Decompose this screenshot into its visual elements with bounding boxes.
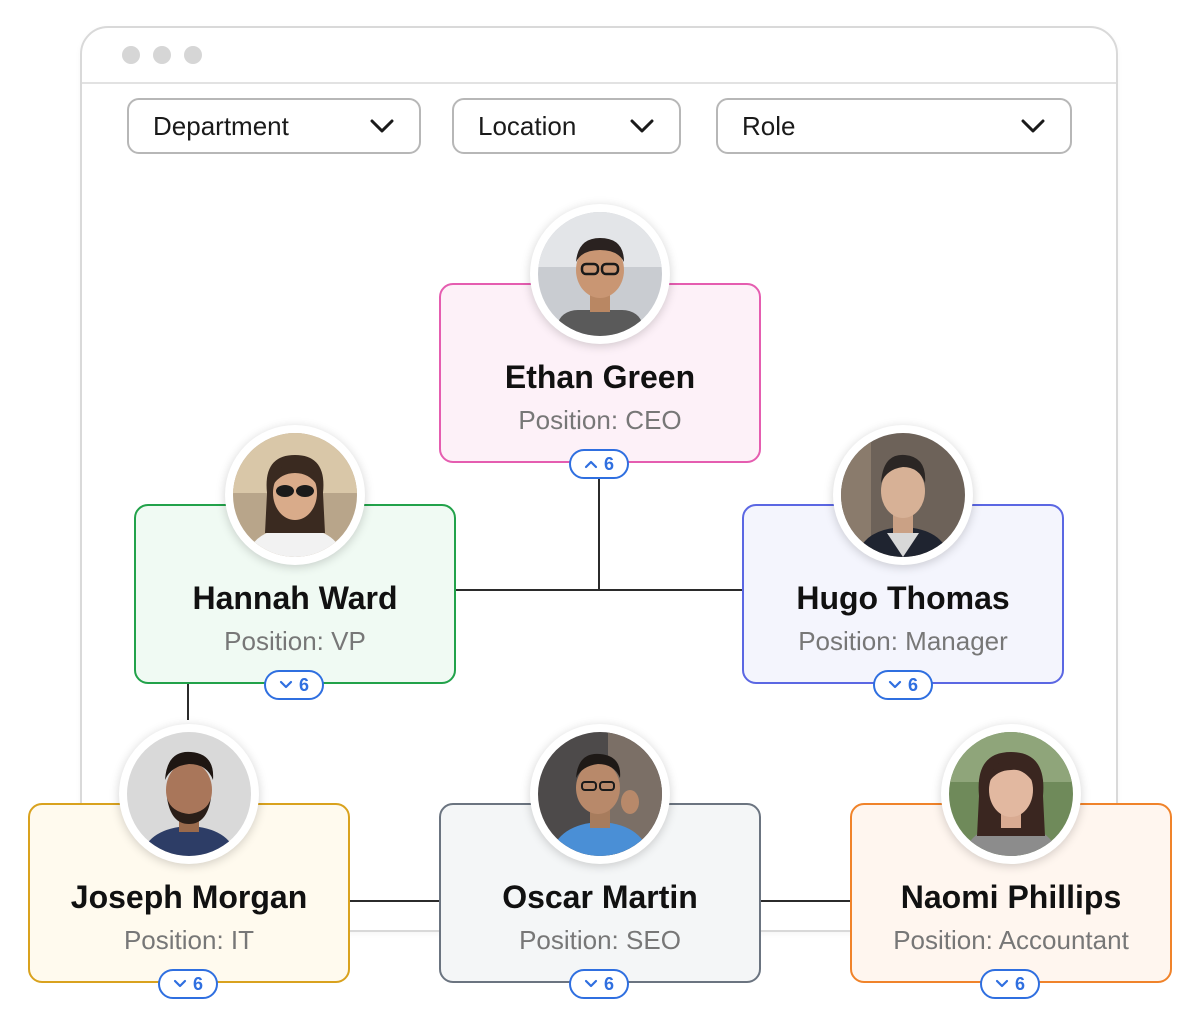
window-control-dot[interactable] xyxy=(122,46,140,64)
connector-line xyxy=(350,900,440,902)
child-count: 6 xyxy=(603,973,614,994)
location-dropdown-label: Location xyxy=(478,110,577,141)
person-name: Oscar Martin xyxy=(502,879,698,915)
expand-children-badge[interactable]: 6 xyxy=(158,969,218,999)
expand-children-badge[interactable]: 6 xyxy=(569,969,629,999)
avatar xyxy=(833,425,973,565)
connector-line xyxy=(187,684,189,720)
role-dropdown[interactable]: Role xyxy=(716,98,1072,154)
role-dropdown-label: Role xyxy=(742,110,796,141)
chevron-down-icon xyxy=(584,979,598,988)
department-dropdown-label: Department xyxy=(153,110,289,141)
expand-children-badge[interactable]: 6 xyxy=(980,969,1040,999)
connector-line xyxy=(760,900,850,902)
child-count: 6 xyxy=(1014,973,1025,994)
window-titlebar xyxy=(82,28,1116,84)
person-name: Joseph Morgan xyxy=(70,879,308,915)
connector-line xyxy=(598,478,600,590)
avatar xyxy=(225,425,365,565)
person-position: Position: CEO xyxy=(518,405,682,435)
person-position: Position: Accountant xyxy=(893,925,1129,955)
chevron-down-icon xyxy=(173,979,187,988)
expand-children-badge[interactable]: 6 xyxy=(873,670,933,700)
person-position: Position: Manager xyxy=(798,626,1008,656)
person-position: Position: IT xyxy=(123,925,255,955)
person-position: Position: SEO xyxy=(519,925,681,955)
chevron-down-icon xyxy=(888,680,902,689)
expand-children-badge[interactable]: 6 xyxy=(569,449,629,479)
person-name: Ethan Green xyxy=(504,359,696,395)
window-control-dot[interactable] xyxy=(184,46,202,64)
window-control-dot[interactable] xyxy=(153,46,171,64)
person-name: Hugo Thomas xyxy=(796,580,1010,616)
avatar xyxy=(530,204,670,344)
person-name: Naomi Phillips xyxy=(900,879,1122,915)
avatar xyxy=(119,724,259,864)
child-count: 6 xyxy=(298,674,309,695)
chevron-down-icon xyxy=(370,119,394,133)
chevron-up-icon xyxy=(584,460,598,469)
chevron-down-icon xyxy=(279,680,293,689)
department-dropdown[interactable]: Department xyxy=(127,98,421,154)
chevron-down-icon xyxy=(1021,119,1045,133)
child-count: 6 xyxy=(907,674,918,695)
chevron-down-icon xyxy=(995,979,1009,988)
connector-line xyxy=(456,589,743,591)
location-dropdown[interactable]: Location xyxy=(452,98,681,154)
chevron-down-icon xyxy=(630,119,654,133)
avatar xyxy=(530,724,670,864)
avatar xyxy=(941,724,1081,864)
expand-children-badge[interactable]: 6 xyxy=(264,670,324,700)
person-position: Position: VP xyxy=(224,626,366,656)
child-count: 6 xyxy=(192,973,203,994)
person-name: Hannah Ward xyxy=(192,580,398,616)
child-count: 6 xyxy=(603,453,614,474)
